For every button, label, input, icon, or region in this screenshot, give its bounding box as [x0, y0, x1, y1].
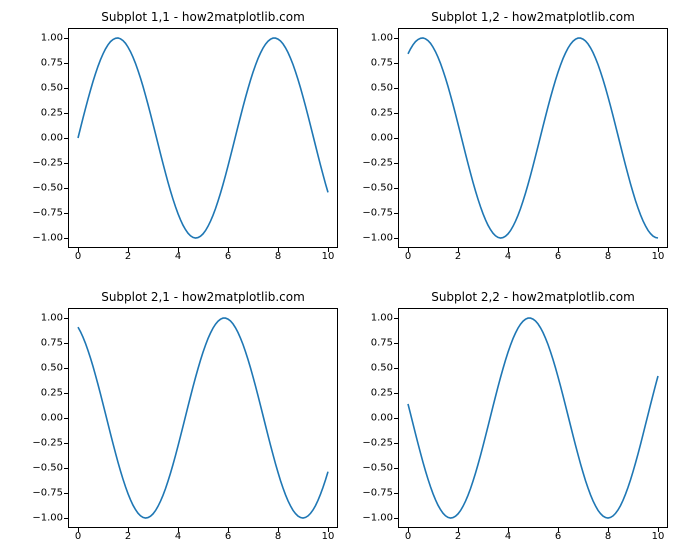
ytick-label: −0.25 [362, 438, 393, 449]
line-plot [398, 308, 668, 528]
xtick-label: 2 [455, 251, 461, 262]
xtick-label: 4 [175, 251, 181, 262]
ytick-label: 0.25 [41, 388, 63, 399]
xtick-label: 0 [405, 251, 411, 262]
ytick-label: 0.75 [41, 58, 63, 69]
line-plot [68, 28, 338, 248]
xtick-label: 8 [605, 251, 611, 262]
ytick-label: −1.00 [362, 233, 393, 244]
xtick-label: 6 [225, 531, 231, 542]
axes-title: Subplot 2,2 - how2matplotlib.com [398, 290, 668, 304]
xtick-label: 10 [652, 251, 665, 262]
xtick-label: 2 [455, 531, 461, 542]
xtick-label: 2 [125, 251, 131, 262]
line-plot [68, 308, 338, 528]
series-line [78, 38, 328, 238]
ytick-label: −0.25 [32, 158, 63, 169]
subplot-ax21: Subplot 2,1 - how2matplotlib.com0246810−… [68, 308, 338, 528]
ytick-label: 0.75 [371, 338, 393, 349]
ytick-label: −0.50 [362, 463, 393, 474]
series-line [408, 38, 658, 238]
ytick-label: −1.00 [32, 233, 63, 244]
ytick-label: 1.00 [41, 313, 63, 324]
ytick-label: 0.75 [41, 338, 63, 349]
ytick-label: −1.00 [362, 513, 393, 524]
ytick-label: −0.50 [362, 183, 393, 194]
xtick-label: 2 [125, 531, 131, 542]
ytick-label: −0.75 [362, 208, 393, 219]
ytick-label: −0.25 [32, 438, 63, 449]
ytick-label: 1.00 [371, 313, 393, 324]
xtick-label: 4 [505, 251, 511, 262]
ytick-label: 1.00 [371, 33, 393, 44]
ytick-label: −0.75 [362, 488, 393, 499]
line-plot [398, 28, 668, 248]
ytick-label: 0.00 [41, 133, 63, 144]
ytick-label: −0.25 [362, 158, 393, 169]
series-line [78, 318, 328, 518]
axes-title: Subplot 1,2 - how2matplotlib.com [398, 10, 668, 24]
ytick-label: −0.50 [32, 183, 63, 194]
ytick-label: 0.50 [371, 83, 393, 94]
xtick-label: 6 [555, 251, 561, 262]
xtick-label: 4 [505, 531, 511, 542]
xtick-label: 8 [275, 531, 281, 542]
ytick-label: 0.75 [371, 58, 393, 69]
xtick-label: 8 [605, 531, 611, 542]
ytick-label: 0.00 [41, 413, 63, 424]
xtick-label: 8 [275, 251, 281, 262]
ytick-label: 0.00 [371, 413, 393, 424]
xtick-label: 4 [175, 531, 181, 542]
subplot-ax11: Subplot 1,1 - how2matplotlib.com0246810−… [68, 28, 338, 248]
xtick-label: 0 [75, 531, 81, 542]
ytick-label: 0.00 [371, 133, 393, 144]
xtick-label: 0 [405, 531, 411, 542]
subplot-ax22: Subplot 2,2 - how2matplotlib.com0246810−… [398, 308, 668, 528]
figure: Subplot 1,1 - how2matplotlib.com 0 2 4 6 8 10 −… [0, 0, 700, 560]
ytick-label: 0.25 [41, 108, 63, 119]
xtick-label: 6 [225, 251, 231, 262]
xtick-label: 10 [322, 251, 335, 262]
axes-title: Subplot 1,1 - how2matplotlib.com [68, 10, 338, 24]
ytick-label: −1.00 [32, 513, 63, 524]
subplot-ax12: Subplot 1,2 - how2matplotlib.com0246810−… [398, 28, 668, 248]
xtick-label: 6 [555, 531, 561, 542]
ytick-label: 0.50 [41, 363, 63, 374]
ytick-label: −0.75 [32, 208, 63, 219]
ytick-label: 1.00 [41, 33, 63, 44]
series-line [408, 318, 658, 518]
ytick-label: 0.25 [371, 388, 393, 399]
ytick-label: 0.50 [41, 83, 63, 94]
ytick-label: 0.50 [371, 363, 393, 374]
ytick-label: −0.75 [32, 488, 63, 499]
ytick-label: 0.25 [371, 108, 393, 119]
xtick-label: 0 [75, 251, 81, 262]
xtick-label: 10 [652, 531, 665, 542]
ytick-label: −0.50 [32, 463, 63, 474]
xtick-label: 10 [322, 531, 335, 542]
axes-title: Subplot 2,1 - how2matplotlib.com [68, 290, 338, 304]
